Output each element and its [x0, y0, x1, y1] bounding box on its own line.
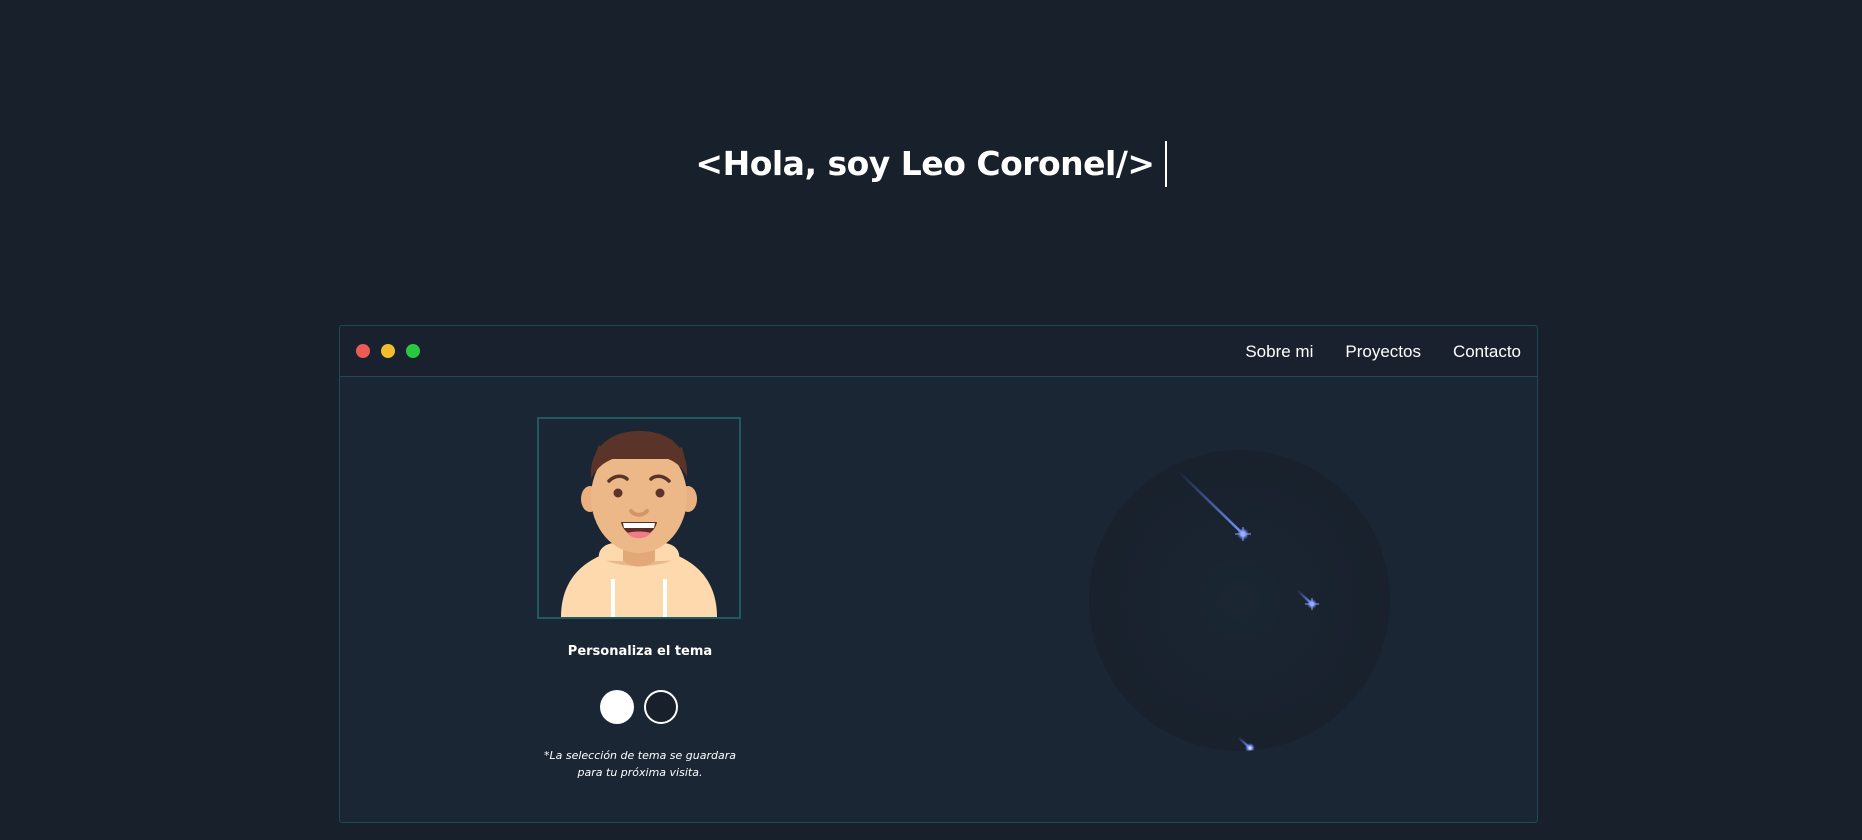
theme-note: *La selección de tema se guardara para t…: [500, 747, 780, 781]
theme-note-line1: *La selección de tema se guardara: [543, 749, 737, 762]
avatar: [537, 417, 741, 619]
dark-theme-button[interactable]: [644, 690, 678, 724]
nav-link-proyectos[interactable]: Proyectos: [1345, 342, 1421, 362]
nav-link-sobre-mi[interactable]: Sobre mi: [1245, 342, 1313, 362]
maximize-dot-icon[interactable]: [406, 344, 420, 358]
light-theme-button[interactable]: [600, 690, 634, 724]
theme-label: Personaliza el tema: [567, 644, 713, 659]
theme-note-line2: para tu próxima visita.: [577, 766, 703, 779]
night-sky: [1089, 450, 1390, 751]
nav-link-contacto[interactable]: Contacto: [1453, 342, 1521, 362]
browser-window: Sobre mi Proyectos Contacto Personaliza …: [339, 325, 1538, 823]
typing-caret: [1164, 140, 1167, 187]
window-titlebar: Sobre mi Proyectos Contacto: [340, 326, 1537, 377]
shooting-stars-icon: [1175, 468, 1319, 751]
close-dot-icon[interactable]: [356, 344, 370, 358]
hero-title: <Hola, soy Leo Coronel/>: [0, 140, 1862, 189]
hero-title-text: <Hola, soy Leo Coronel/>: [695, 144, 1155, 183]
minimize-dot-icon[interactable]: [381, 344, 395, 358]
main-nav: Sobre mi Proyectos Contacto: [1245, 326, 1521, 377]
avatar-illustration-icon: [561, 431, 717, 617]
